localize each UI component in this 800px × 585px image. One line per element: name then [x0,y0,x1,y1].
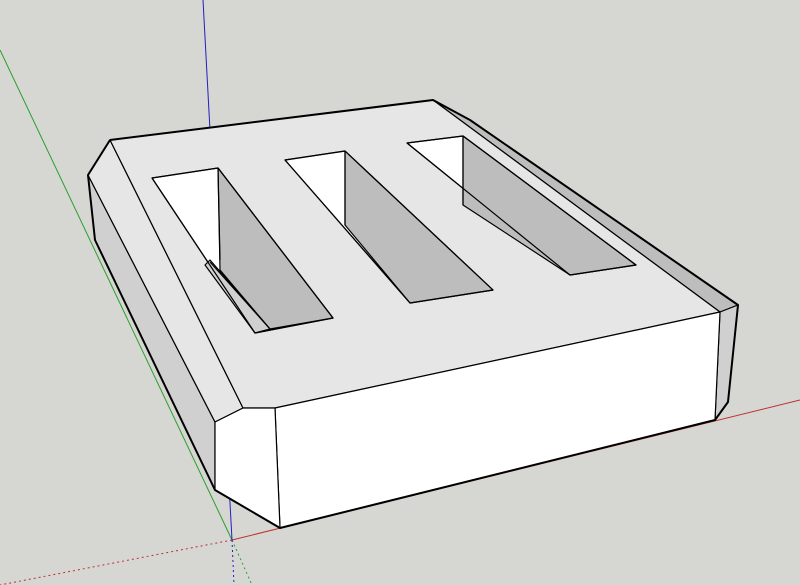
blue-axis-negative-line [231,539,235,585]
model[interactable] [87,99,739,529]
model-canvas[interactable] [0,0,800,585]
3d-viewport[interactable] [0,0,800,585]
green-axis-negative-line [231,539,253,585]
red-axis-negative-line [0,539,233,585]
